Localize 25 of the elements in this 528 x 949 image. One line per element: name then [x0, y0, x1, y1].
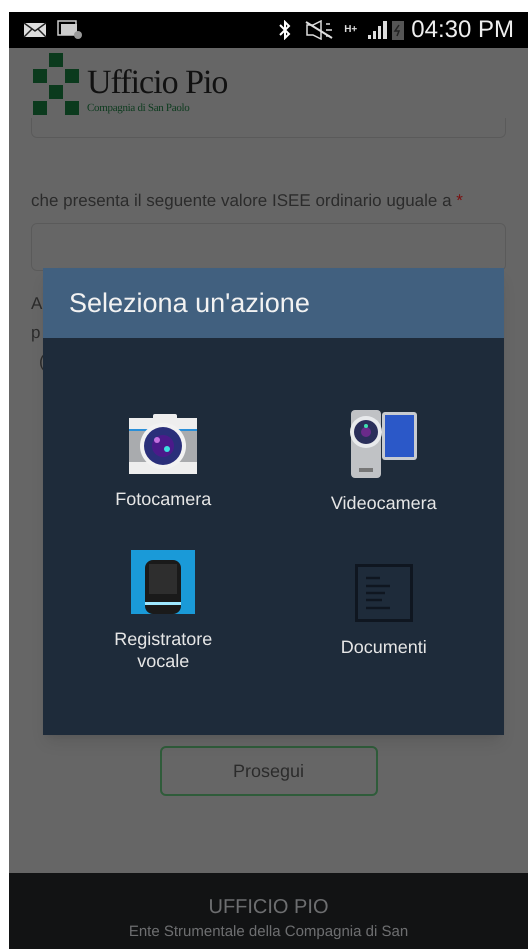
document-icon [354, 564, 413, 622]
mute-icon [304, 20, 334, 40]
battery-icon [391, 19, 406, 41]
bluetooth-icon [278, 20, 292, 40]
partial-text: A [31, 293, 42, 315]
action-option[interactable]: Fotocamera [53, 388, 274, 536]
logo-subtitle: Compagnia di San Paolo [87, 101, 190, 115]
footer-title: UFFICIO PIO [208, 895, 328, 919]
camcorder-tablet-icon [348, 410, 419, 478]
field-label: che presenta il seguente valore ISEE ordinario uguale a * [31, 190, 464, 212]
partial-text: p [31, 322, 40, 344]
action-option[interactable]: Registratore vocale [53, 536, 274, 685]
clock: 04:30 PM [411, 15, 514, 45]
logo-icon [33, 53, 79, 115]
microphone-icon [131, 550, 196, 614]
logo-title: Ufficio Pio [87, 65, 228, 101]
dialog-title: Seleziona un'azione [69, 286, 310, 320]
network-type: H+ [344, 25, 358, 35]
action-option[interactable]: Documenti [274, 536, 494, 685]
footer-subtitle: Ente Strumentale della Compagnia di San [128, 923, 408, 941]
camera-icon [129, 414, 198, 474]
signal-icon [367, 20, 390, 40]
action-option[interactable]: Videocamera [274, 388, 494, 536]
mail-icon [23, 22, 47, 38]
message-icon [57, 20, 83, 40]
